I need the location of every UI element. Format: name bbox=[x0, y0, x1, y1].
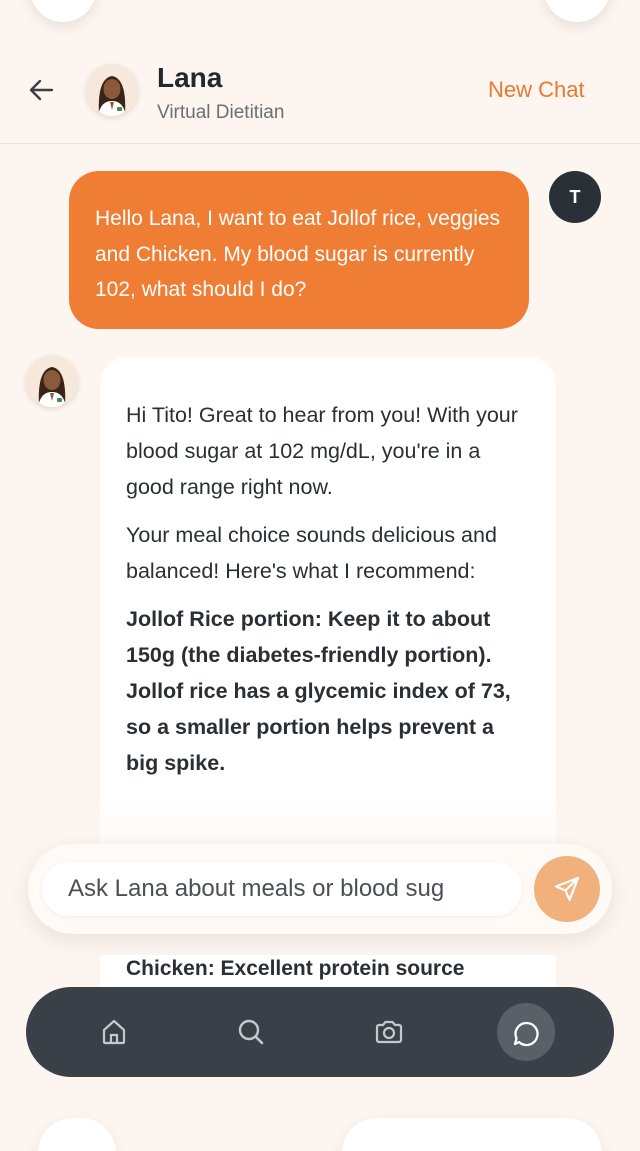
chat-header: Lana Virtual Dietitian New Chat bbox=[0, 40, 640, 144]
dietitian-name: Lana bbox=[157, 62, 223, 93]
bottom-nav bbox=[26, 987, 614, 1077]
assistant-paragraph: Your meal choice sounds delicious and ba… bbox=[126, 523, 497, 583]
message-input[interactable] bbox=[42, 862, 522, 916]
new-chat-button[interactable]: New Chat bbox=[488, 77, 585, 103]
assistant-paragraph: Hi Tito! Great to hear from you! With yo… bbox=[126, 403, 518, 499]
top-left-control[interactable] bbox=[30, 0, 96, 22]
assistant-paragraph-bold: Jollof Rice portion: Keep it to about 15… bbox=[126, 607, 511, 775]
dietitian-role: Virtual Dietitian bbox=[157, 102, 285, 123]
composer bbox=[28, 844, 612, 934]
dietitian-avatar bbox=[86, 64, 138, 116]
bottom-right-controls[interactable] bbox=[342, 1118, 602, 1151]
assistant-peek-text: Chicken: Excellent protein source bbox=[100, 955, 556, 989]
user-avatar: T bbox=[549, 171, 601, 223]
search-icon[interactable] bbox=[222, 1003, 280, 1061]
user-message-bubble: Hello Lana, I want to eat Jollof rice, v… bbox=[69, 171, 529, 329]
top-right-control[interactable] bbox=[544, 0, 610, 22]
send-button[interactable] bbox=[534, 856, 600, 922]
camera-icon[interactable] bbox=[360, 1003, 418, 1061]
chat-icon[interactable] bbox=[497, 1003, 555, 1061]
send-icon bbox=[554, 876, 580, 902]
home-icon[interactable] bbox=[85, 1003, 143, 1061]
assistant-avatar-wrap bbox=[26, 355, 78, 407]
bottom-left-control[interactable] bbox=[38, 1118, 116, 1151]
assistant-avatar bbox=[26, 355, 78, 407]
back-arrow-icon[interactable] bbox=[26, 74, 58, 106]
